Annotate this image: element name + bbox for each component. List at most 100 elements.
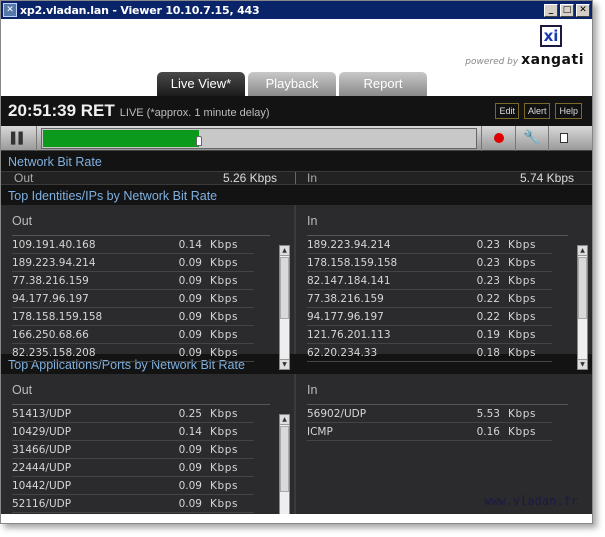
row-unit: Kbps <box>210 275 239 287</box>
timeline-progress <box>43 129 199 147</box>
column-header-out: Out <box>12 383 270 405</box>
table-row[interactable]: 22444/UDP 0.09 Kbps <box>12 459 254 477</box>
row-value: 0.09 <box>178 257 202 269</box>
table-row[interactable]: 178.158.159.158 0.09 Kbps <box>12 308 254 326</box>
row-value: 0.19 <box>476 329 500 341</box>
table-row[interactable]: 166.250.68.66 0.09 Kbps <box>12 326 254 344</box>
identities-out-scrollbar[interactable]: ▲ ▼ <box>279 245 290 370</box>
row-name: 82.147.184.141 <box>307 275 391 287</box>
help-button[interactable]: Help <box>555 103 582 119</box>
minimize-button[interactable]: _ <box>544 3 558 17</box>
xangati-logo: xi powered by xangati <box>465 25 584 68</box>
record-icon <box>493 133 504 143</box>
row-unit: Kbps <box>210 408 239 420</box>
table-row[interactable]: 10429/UDP 0.14 Kbps <box>12 423 254 441</box>
in-value: 5.74 Kbps <box>519 171 574 185</box>
scroll-thumb[interactable] <box>280 426 289 492</box>
row-value: 0.22 <box>476 293 500 305</box>
table-row[interactable]: 77.38.216.159 0.09 Kbps <box>12 272 254 290</box>
table-row[interactable]: 94.177.96.197 0.09 Kbps <box>12 290 254 308</box>
table-row[interactable]: 10442/UDP 0.09 Kbps <box>12 477 254 495</box>
identities-in-scrollbar[interactable]: ▲ ▼ <box>577 245 588 370</box>
row-unit: Kbps <box>508 257 537 269</box>
row-unit: Kbps <box>210 257 239 269</box>
identities-in-column: In 189.223.94.214 0.23 Kbps 178.158.159.158… <box>296 205 592 370</box>
table-row[interactable]: 31466/UDP 0.09 Kbps <box>12 441 254 459</box>
table-row[interactable]: 189.223.94.214 0.23 Kbps <box>307 236 552 254</box>
window-title: xp2.vladan.lan - Viewer 10.10.7.15, 443 <box>20 3 260 17</box>
column-header-in: In <box>307 214 568 236</box>
pause-icon: ▌▌ <box>11 131 27 145</box>
status-bar: 20:51:39 RET LIVE (*approx. 1 minute del… <box>1 96 592 126</box>
row-value: 0.09 <box>178 293 202 305</box>
top-identities-panel: Out 109.191.40.168 0.14 Kbps 189.223.94.214… <box>1 205 592 370</box>
table-row[interactable]: 82.235.158.208 0.09 Kbps <box>12 344 254 362</box>
row-value: 0.14 <box>178 239 202 251</box>
row-value: 0.09 <box>178 329 202 341</box>
table-row[interactable]: 52116/UDP 0.09 Kbps <box>12 495 254 513</box>
column-header-in: In <box>307 383 568 405</box>
tab-playback[interactable]: Playback <box>248 72 336 96</box>
row-unit: Kbps <box>210 498 239 510</box>
applications-out-scrollbar[interactable]: ▲ <box>279 414 290 514</box>
row-name: 31466/UDP <box>12 444 72 456</box>
out-value: 5.26 Kbps <box>222 171 277 185</box>
applications-out-column: Out 51413/UDP 0.25 Kbps 10429/UDP 0.14 Kbps 31… <box>1 374 296 514</box>
row-value: 0.09 <box>178 311 202 323</box>
edit-button[interactable]: Edit <box>495 103 519 119</box>
scroll-thumb[interactable] <box>578 257 587 319</box>
live-indicator: LIVE (*approx. 1 minute delay) <box>119 106 270 119</box>
table-row[interactable]: 94.177.96.197 0.22 Kbps <box>307 308 552 326</box>
identities-out-column: Out 109.191.40.168 0.14 Kbps 189.223.94.214… <box>1 205 296 370</box>
alert-button[interactable]: Alert <box>523 103 551 119</box>
row-name: 77.38.216.159 <box>12 275 89 287</box>
timeline-slider[interactable] <box>41 127 477 149</box>
table-row[interactable]: 121.76.201.113 0.19 Kbps <box>307 326 552 344</box>
scroll-up-arrow-icon[interactable]: ▲ <box>280 246 289 256</box>
row-unit: Kbps <box>210 311 239 323</box>
table-row[interactable]: 82.147.184.141 0.23 Kbps <box>307 272 552 290</box>
scroll-up-arrow-icon[interactable]: ▲ <box>280 415 289 425</box>
row-value: 0.23 <box>476 239 500 251</box>
table-row[interactable]: 189.223.94.214 0.09 Kbps <box>12 254 254 272</box>
table-row[interactable]: ICMP 0.16 Kbps <box>307 423 552 441</box>
row-name: 77.38.216.159 <box>307 293 384 305</box>
row-name: 121.76.201.113 <box>307 329 391 341</box>
header: xi powered by xangati Live View* Playbac… <box>1 19 592 96</box>
scroll-down-arrow-icon[interactable]: ▼ <box>578 359 587 369</box>
document-icon <box>560 133 568 143</box>
top-identities-title: Top Identities/IPs by Network Bit Rate <box>8 189 218 203</box>
scroll-down-arrow-icon[interactable]: ▼ <box>280 359 289 369</box>
row-name: 10442/UDP <box>12 480 72 492</box>
close-button[interactable]: ✕ <box>576 3 590 17</box>
table-row[interactable]: 77.38.216.159 0.22 Kbps <box>307 290 552 308</box>
table-row[interactable]: 109.191.40.168 0.14 Kbps <box>12 236 254 254</box>
table-row[interactable]: 178.158.159.158 0.23 Kbps <box>307 254 552 272</box>
pause-button[interactable]: ▌▌ <box>1 125 37 151</box>
row-value: 0.09 <box>178 498 202 510</box>
settings-button[interactable]: 🔧 <box>516 125 549 151</box>
viewer-window: ✕ xp2.vladan.lan - Viewer 10.10.7.15, 44… <box>0 0 593 524</box>
record-button[interactable] <box>481 125 516 151</box>
timeline-handle[interactable] <box>196 135 202 146</box>
table-row[interactable]: 51413/UDP 0.25 Kbps <box>12 405 254 423</box>
tab-live-view[interactable]: Live View* <box>157 72 245 96</box>
tab-report[interactable]: Report <box>339 72 427 96</box>
row-unit: Kbps <box>508 275 537 287</box>
view-tabs: Live View* Playback Report <box>157 72 427 96</box>
powered-by-text: powered by <box>465 57 519 67</box>
scroll-up-arrow-icon[interactable]: ▲ <box>578 246 587 256</box>
row-value: 0.09 <box>178 480 202 492</box>
row-value: 0.09 <box>178 444 202 456</box>
export-button[interactable] <box>549 126 579 151</box>
row-unit: Kbps <box>210 239 239 251</box>
row-unit: Kbps <box>210 480 239 492</box>
maximize-button[interactable]: □ <box>560 3 574 17</box>
row-unit: Kbps <box>508 239 537 251</box>
scroll-thumb[interactable] <box>280 257 289 319</box>
table-row[interactable]: 62.20.234.33 0.18 Kbps <box>307 344 552 362</box>
row-value: 0.23 <box>476 275 500 287</box>
table-row[interactable]: 56902/UDP 5.53 Kbps <box>307 405 552 423</box>
row-unit: Kbps <box>508 426 537 438</box>
row-unit: Kbps <box>210 444 239 456</box>
